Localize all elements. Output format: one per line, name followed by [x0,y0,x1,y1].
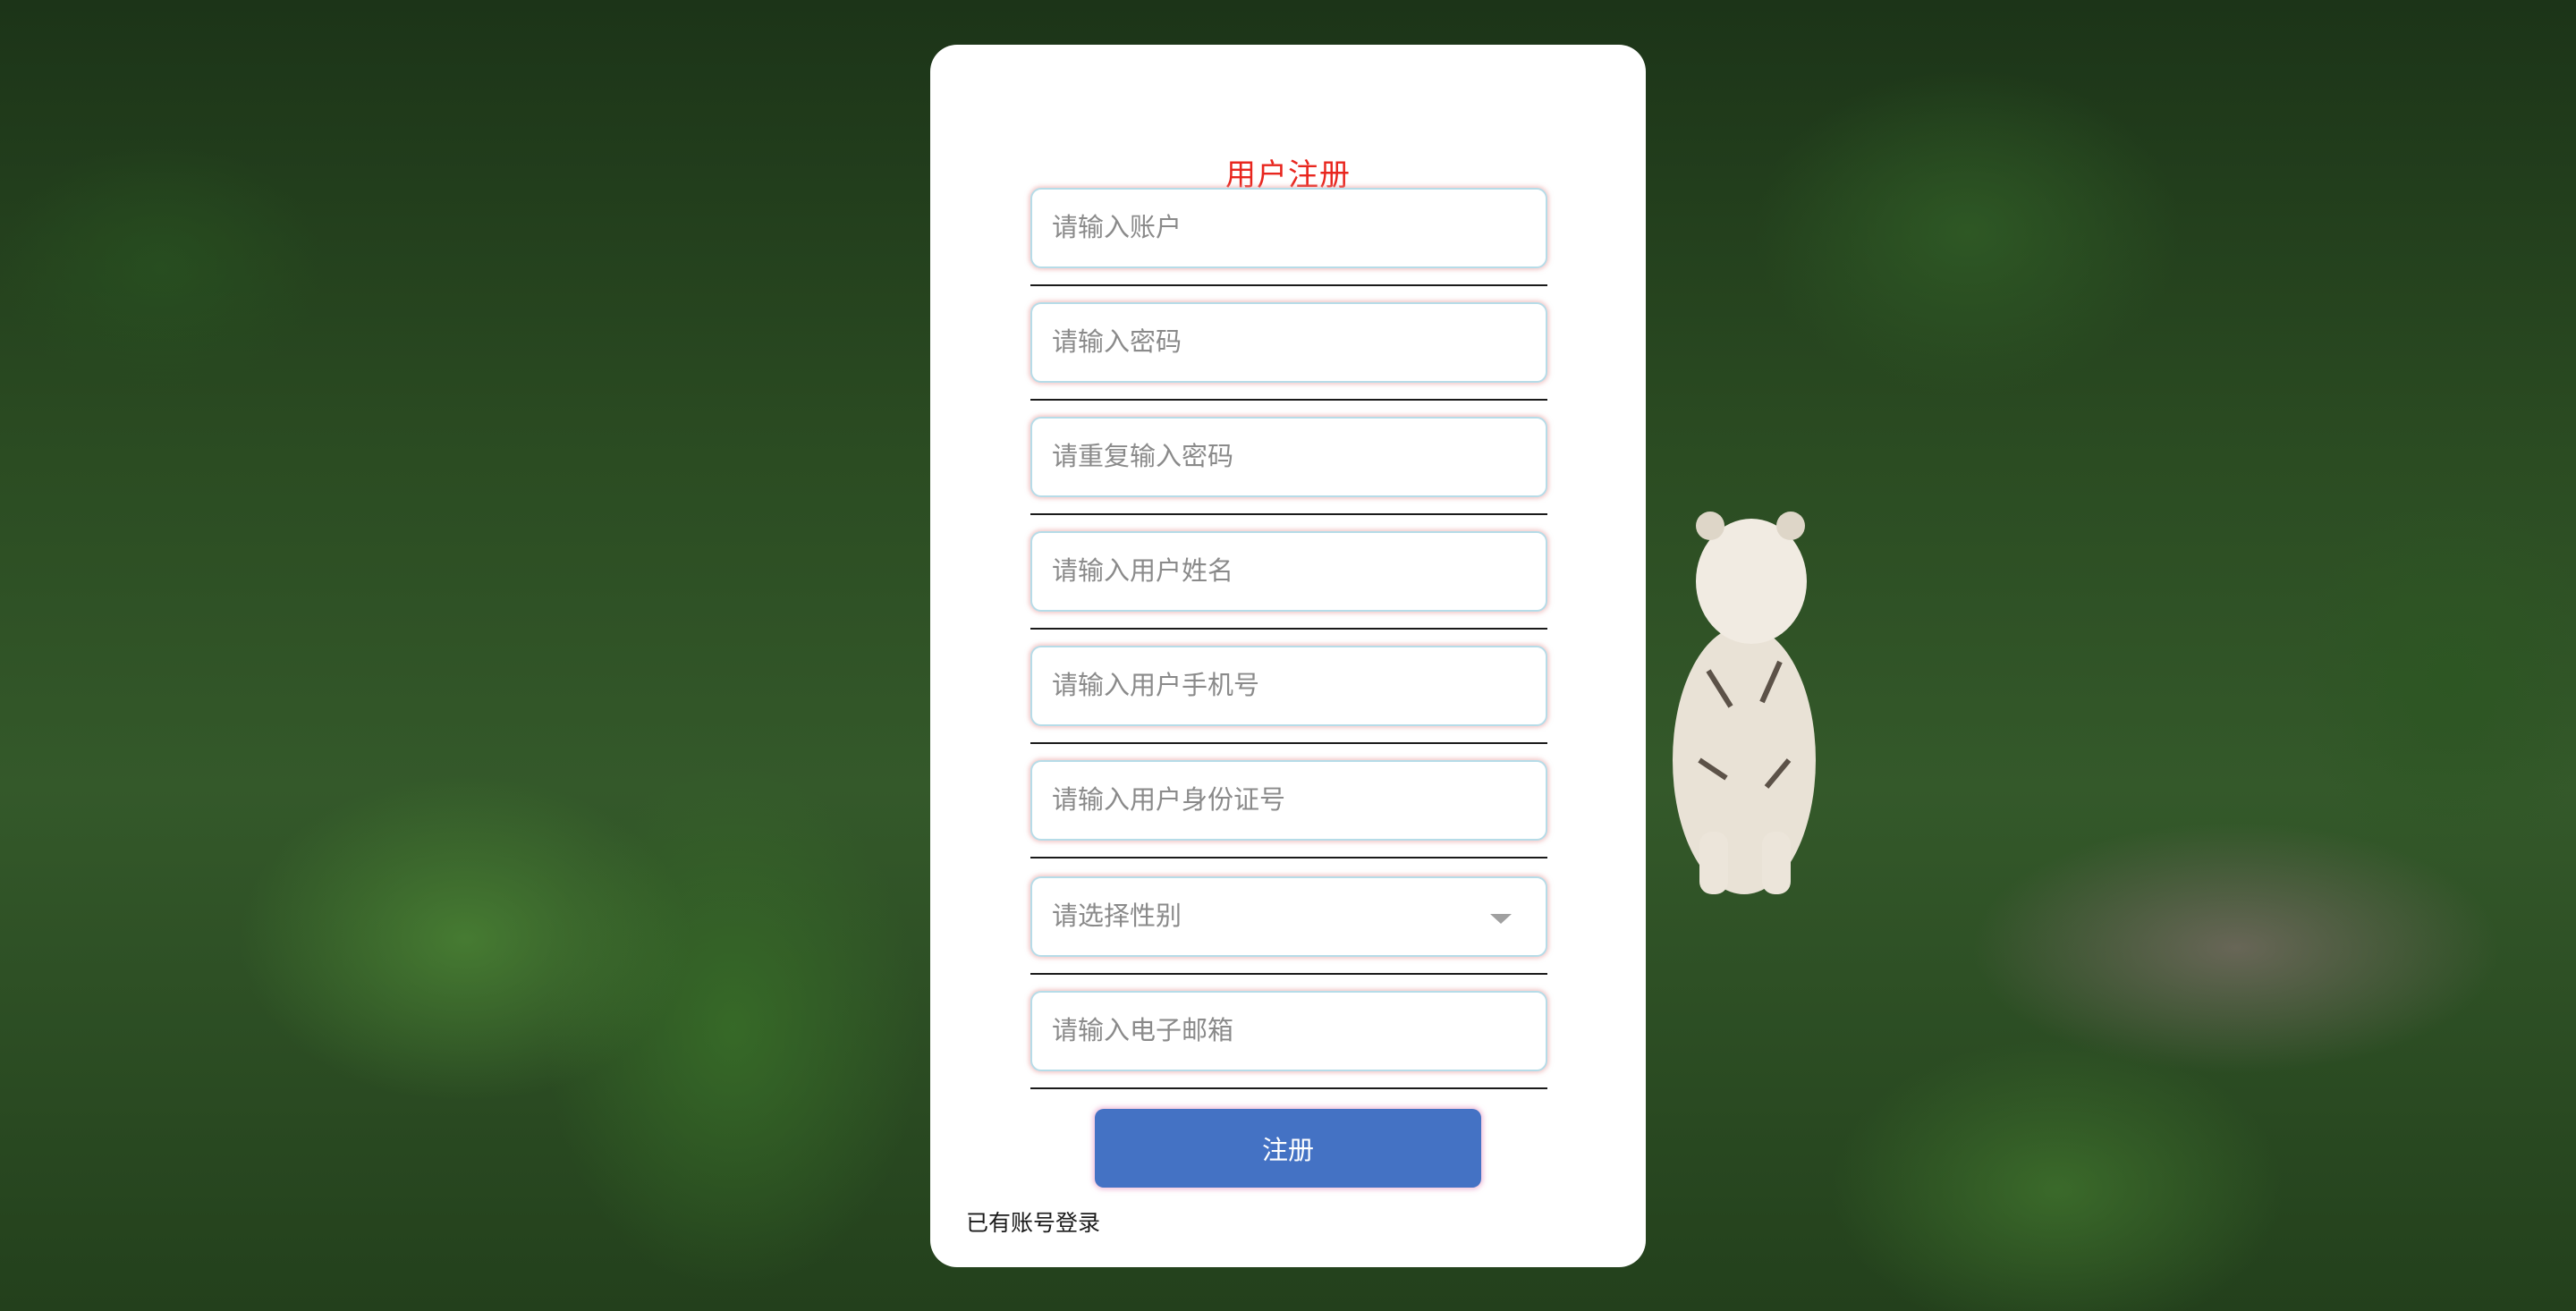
email-input[interactable] [1032,993,1546,1070]
register-button[interactable]: 注册 [1095,1109,1481,1188]
divider [1030,513,1547,515]
phone-field[interactable] [1030,646,1547,726]
divider [1030,742,1547,744]
divider [1030,857,1547,858]
phone-input[interactable] [1032,647,1546,724]
chevron-down-icon[interactable] [1490,914,1512,924]
divider [1030,399,1547,401]
name-field[interactable] [1030,531,1547,612]
confirm-password-field[interactable] [1030,417,1547,497]
confirm-password-input[interactable] [1032,419,1546,495]
password-field[interactable] [1030,302,1547,383]
account-input[interactable] [1032,190,1546,266]
divider [1030,973,1547,975]
email-field[interactable] [1030,991,1547,1071]
gender-select[interactable]: 请选择性别 [1030,876,1547,957]
id-number-input[interactable] [1032,762,1546,839]
password-input[interactable] [1032,304,1546,381]
login-link[interactable]: 已有账号登录 [966,1205,1100,1238]
white-tiger-image [1673,512,1816,894]
account-field[interactable] [1030,188,1547,268]
register-card: 用户注册 请选择性别 注册 已有账号登录 [930,45,1646,1267]
divider [1030,1087,1547,1089]
name-input[interactable] [1032,533,1546,610]
id-number-field[interactable] [1030,760,1547,841]
divider [1030,628,1547,630]
gender-select-value: 请选择性别 [1052,902,1182,931]
divider [1030,284,1547,286]
